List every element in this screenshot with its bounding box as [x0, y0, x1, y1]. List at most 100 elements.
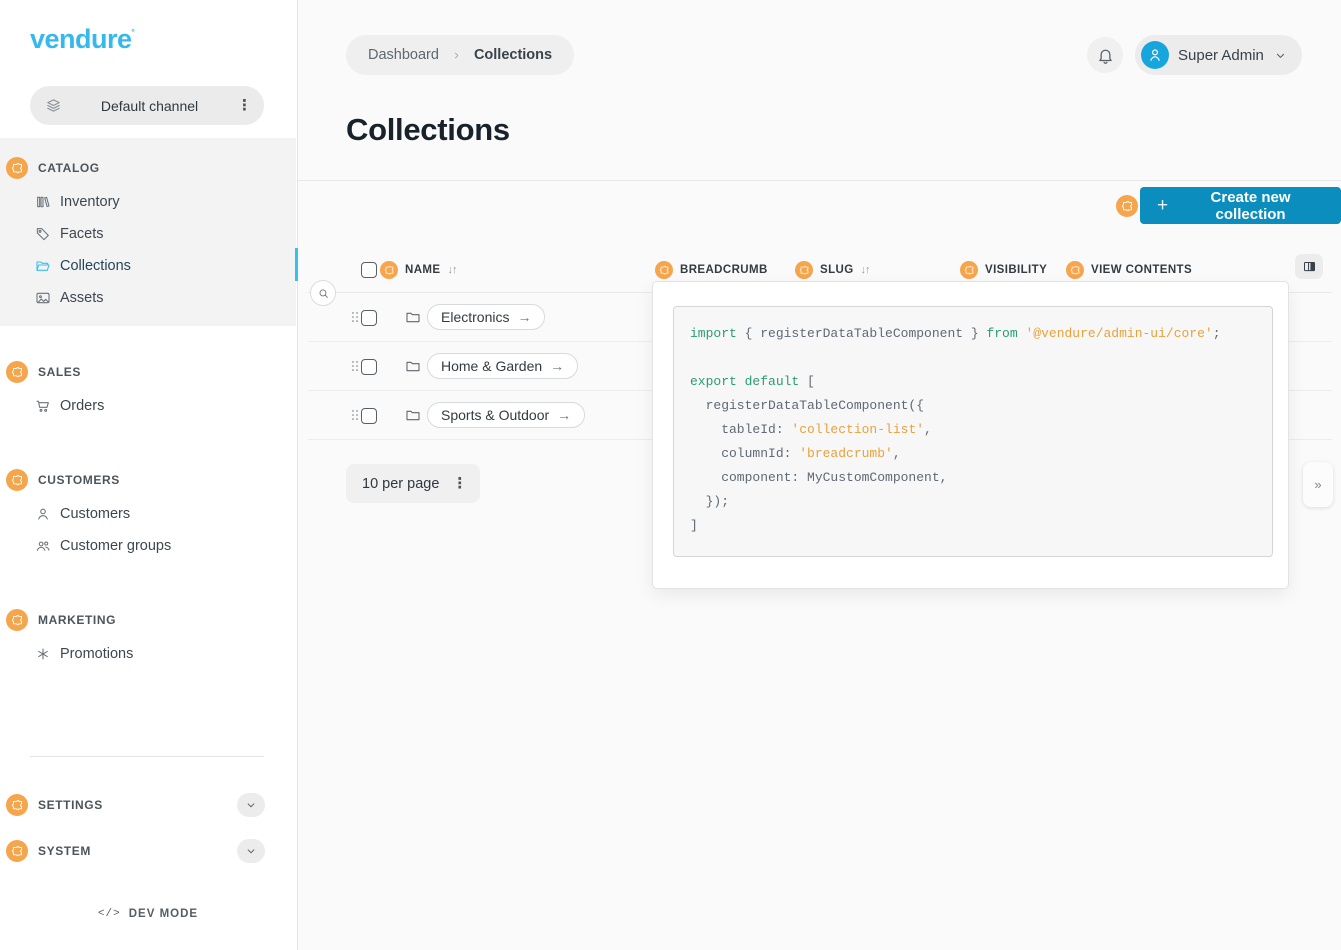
active-nav-indicator	[295, 248, 298, 281]
drag-handle-icon[interactable]	[348, 359, 362, 373]
column-settings-button[interactable]	[1295, 254, 1323, 279]
library-icon	[35, 194, 51, 210]
nav-section-header: CUSTOMERS	[0, 462, 296, 498]
puzzle-icon	[11, 614, 24, 627]
channel-label: Default channel	[62, 98, 237, 114]
puzzle-icon	[11, 366, 24, 379]
extension-badge[interactable]	[1116, 195, 1138, 217]
nav-section-header: CATALOG	[0, 150, 296, 186]
sidebar-item-label: Assets	[60, 290, 104, 306]
dev-mode-toggle[interactable]: </> DEV MODE	[0, 908, 296, 920]
next-page-button[interactable]: »	[1303, 462, 1333, 507]
sidebar-item-assets[interactable]: Assets	[0, 282, 296, 314]
asterisk-icon	[35, 646, 51, 662]
nav-section-label: CUSTOMERS	[38, 473, 120, 487]
title-divider	[298, 180, 1341, 181]
code-line: export default [	[690, 370, 1272, 394]
nav-section-sales: SALES Orders	[0, 342, 296, 434]
main-content: Dashboard Collections Super Admin Collect…	[298, 0, 1341, 950]
sidebar-item-promotions[interactable]: Promotions	[0, 638, 296, 670]
breadcrumb-item[interactable]: Dashboard	[368, 47, 439, 63]
kebab-icon[interactable]: ⋮	[237, 98, 252, 113]
nav-section-settings[interactable]: SETTINGS	[0, 787, 296, 823]
table-search-button[interactable]	[310, 280, 336, 306]
sidebar: vendure˚ Default channel ⋮ CATALOGInvent…	[0, 0, 298, 950]
vendure-logo: vendure˚	[30, 24, 135, 55]
sidebar-item-customer-groups[interactable]: Customer groups	[0, 530, 296, 562]
folder-icon	[405, 358, 421, 374]
extension-badge[interactable]	[6, 157, 28, 179]
notifications-button[interactable]	[1087, 37, 1123, 73]
extension-badge[interactable]	[6, 794, 28, 816]
sort-icon[interactable]: ↓↑	[447, 264, 456, 276]
sidebar-nav: CATALOGInventoryFacetsCollections Assets S…	[0, 138, 296, 682]
collection-name: Electronics	[441, 309, 509, 325]
trademark-mark: ˚	[132, 29, 135, 41]
code-line: });	[690, 490, 1272, 514]
folder-icon	[35, 258, 51, 274]
column-label: VISIBILITY	[985, 264, 1047, 276]
create-new-collection-button[interactable]: + Create new collection	[1140, 187, 1341, 224]
breadcrumb[interactable]: Dashboard Collections	[346, 35, 574, 75]
expand-section-button[interactable]	[237, 839, 265, 863]
puzzle-icon	[964, 265, 975, 276]
sidebar-item-inventory[interactable]: Inventory	[0, 186, 296, 218]
user-icon	[35, 506, 51, 522]
create-button-label: Create new collection	[1177, 189, 1324, 223]
nav-section-header: MARKETING	[0, 602, 296, 638]
channel-switcher[interactable]: Default channel ⋮	[30, 86, 264, 125]
user-name: Super Admin	[1178, 47, 1264, 64]
sidebar-item-collections[interactable]: Collections	[0, 250, 296, 282]
code-snippet: import { registerDataTableComponent } fr…	[673, 306, 1273, 557]
sidebar-item-facets[interactable]: Facets	[0, 218, 296, 250]
extension-badge[interactable]	[380, 261, 398, 279]
nav-section-system[interactable]: SYSTEM	[0, 833, 296, 869]
user-menu[interactable]: Super Admin	[1135, 35, 1302, 75]
puzzle-icon	[11, 474, 24, 487]
row-checkbox[interactable]	[361, 408, 377, 424]
extension-badge[interactable]	[960, 261, 978, 279]
collection-name: Home & Garden	[441, 358, 542, 374]
extension-badge[interactable]	[1116, 195, 1138, 217]
sidebar-item-customers[interactable]: Customers	[0, 498, 296, 530]
column-header-name[interactable]: NAME↓↑	[380, 250, 456, 290]
layers-icon	[45, 97, 62, 114]
image-icon	[35, 290, 51, 306]
extension-badge[interactable]	[6, 609, 28, 631]
code-line: columnId: 'breadcrumb',	[690, 442, 1272, 466]
chevron-down-icon	[1273, 48, 1288, 63]
nav-section-label: SETTINGS	[38, 798, 103, 812]
collection-link[interactable]: Sports & Outdoor→	[427, 402, 585, 428]
users-icon	[35, 538, 51, 554]
select-all-checkbox[interactable]	[361, 262, 377, 278]
extension-badge[interactable]	[1066, 261, 1084, 279]
drag-handle-icon[interactable]	[348, 408, 362, 422]
bell-icon	[1096, 46, 1115, 65]
collection-name: Sports & Outdoor	[441, 407, 549, 423]
extension-badge[interactable]	[6, 469, 28, 491]
dev-mode-label: DEV MODE	[129, 908, 198, 920]
sidebar-item-orders[interactable]: Orders	[0, 390, 296, 422]
extension-badge[interactable]	[6, 840, 28, 862]
row-checkbox[interactable]	[361, 310, 377, 326]
drag-handle-icon[interactable]	[348, 310, 362, 324]
nav-section-label: SALES	[38, 365, 81, 379]
puzzle-icon	[1121, 200, 1134, 213]
sidebar-divider	[30, 756, 264, 757]
puzzle-icon	[11, 162, 24, 175]
row-checkbox[interactable]	[361, 359, 377, 375]
sort-icon[interactable]: ↓↑	[861, 264, 870, 276]
extension-badge[interactable]	[795, 261, 813, 279]
collection-link[interactable]: Home & Garden→	[427, 353, 578, 379]
code-icon: </>	[98, 908, 121, 920]
puzzle-icon	[1070, 265, 1081, 276]
extension-badge[interactable]	[655, 261, 673, 279]
collection-link[interactable]: Electronics→	[427, 304, 545, 330]
breadcrumb-item[interactable]: Collections	[474, 47, 552, 63]
items-per-page-select[interactable]: 10 per page ⋮	[346, 464, 480, 503]
per-page-label: 10 per page	[362, 476, 439, 492]
puzzle-icon	[11, 799, 24, 812]
extension-badge[interactable]	[6, 361, 28, 383]
folder-icon	[405, 407, 421, 423]
expand-section-button[interactable]	[237, 793, 265, 817]
